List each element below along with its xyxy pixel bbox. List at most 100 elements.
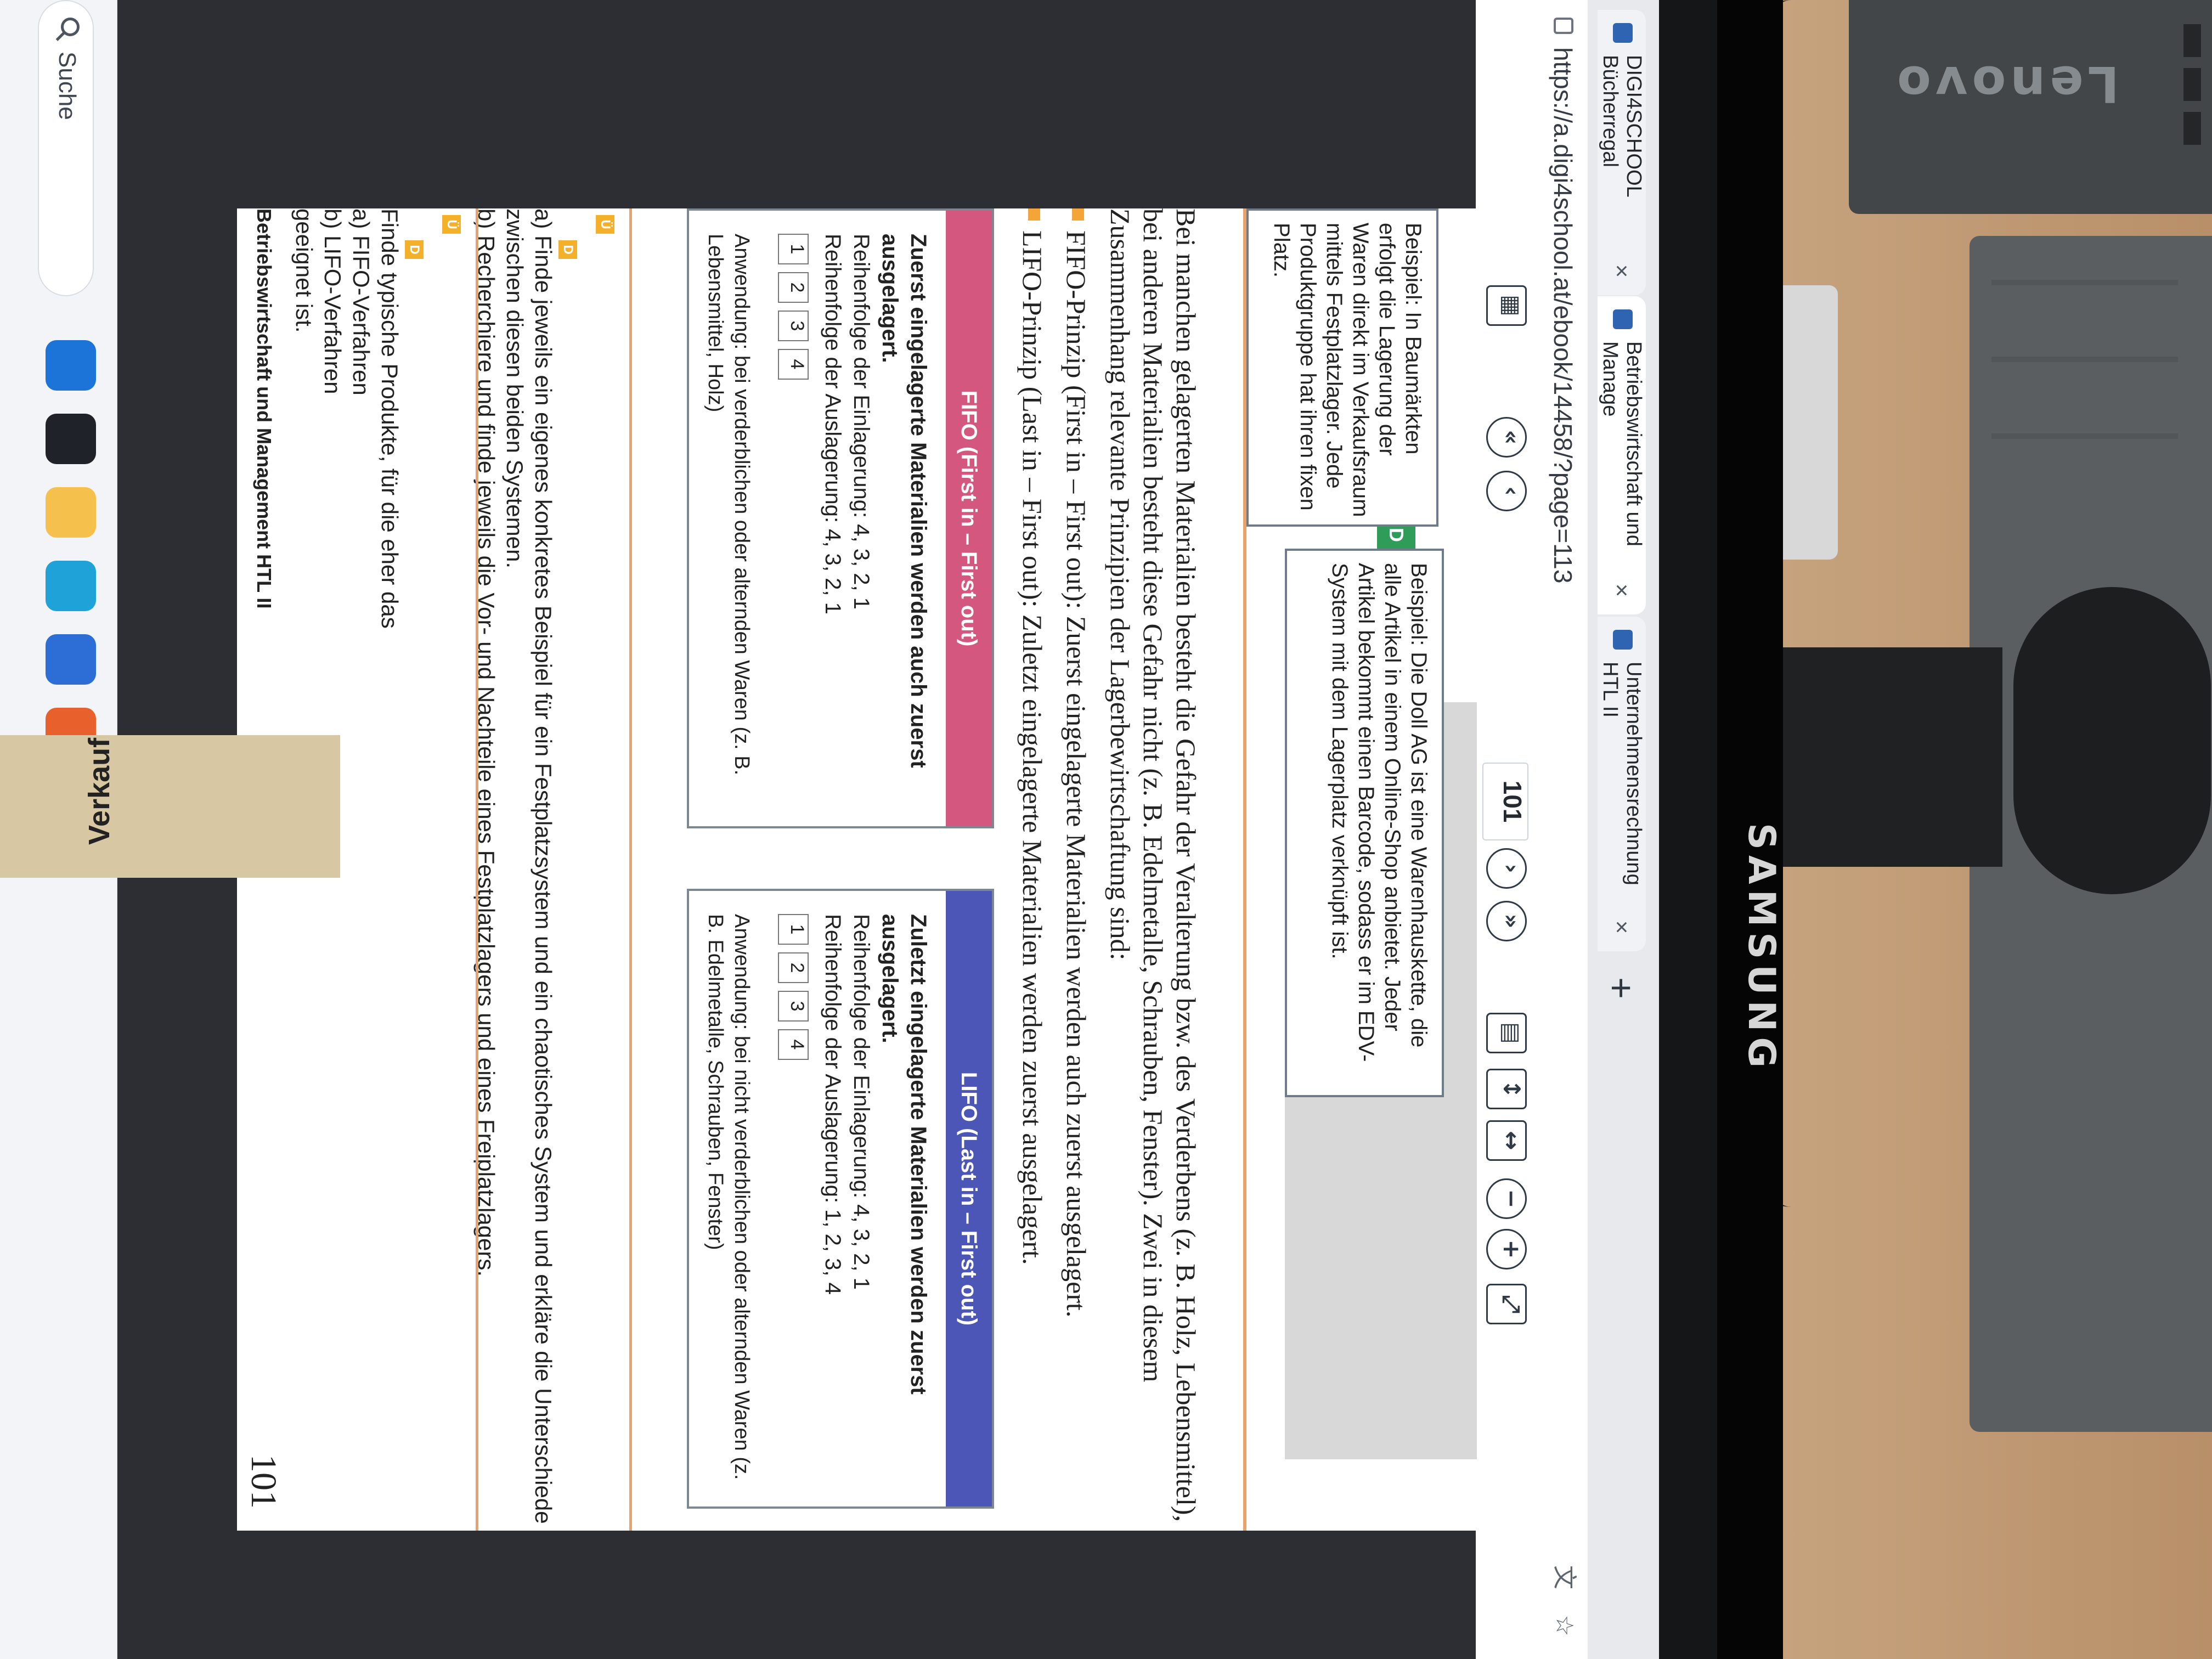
monitor-brand: SAMSUNG [1740, 823, 1783, 1074]
tab-bookshelf[interactable]: DIGI4SCHOOL Bücherregal × [1598, 10, 1646, 295]
fifo-card-body: Zuerst eingelagerte Materialien werden a… [778, 234, 933, 804]
tab-title: Betriebswirtschaft und Manage [1599, 341, 1645, 546]
search-icon [61, 18, 80, 36]
fifo-number: 3 [778, 311, 809, 341]
close-tab-icon[interactable]: × [1607, 576, 1636, 605]
orange-bullet-icon [1028, 208, 1040, 221]
sticky-note-text: Verkauf [83, 737, 116, 845]
taskbar-search[interactable]: Suche [38, 0, 94, 296]
task-view-icon[interactable] [46, 414, 96, 464]
exercise-question: Finde typische Produkte, für die eher da… [377, 208, 403, 629]
lifo-in-order: Reihenfolge der Einlagerung: 4, 3, 2, 1 [849, 914, 873, 1290]
address-actions: 文 ☆ [1547, 1560, 1581, 1643]
zoom-in-icon[interactable]: + [1486, 1229, 1527, 1269]
lifo-number: 2 [778, 952, 809, 983]
exercise-title-text: Ü 4.43 Lagersysteme [561, 215, 614, 303]
fit-width-icon[interactable]: ↕ [1486, 1069, 1527, 1109]
fifo-card-header: FIFO (First in – First out) [946, 211, 992, 826]
browser-window: DIGI4SCHOOL Bücherregal × Betriebswirtsc… [117, 0, 1659, 1659]
fit-height-icon[interactable]: ↔ [1486, 1120, 1527, 1161]
lifo-number: 4 [778, 1029, 809, 1060]
fullscreen-icon[interactable]: ⤢ [1486, 1284, 1527, 1324]
examples-section: C D D D D B A D [1243, 208, 1477, 1531]
lifo-number: 3 [778, 991, 809, 1022]
windows-start-icon[interactable] [46, 340, 96, 391]
taskbar-apps [46, 340, 96, 758]
example-fixed-text: Beispiel: In Baumärkten erfolgt die Lage… [1269, 223, 1425, 517]
close-tab-icon[interactable]: × [1607, 913, 1636, 941]
store-icon[interactable] [46, 634, 96, 685]
previous-page-icon[interactable]: ‹ [1486, 471, 1527, 511]
tab-title: Unternehmensrechnung HTL II [1599, 662, 1645, 885]
search-label: Suche [54, 52, 81, 120]
file-explorer-icon[interactable] [46, 487, 96, 538]
lifo-out-order: Reihenfolge der Auslagerung: 1, 2, 3, 4 [821, 914, 845, 1295]
lifo-card: LIFO (Last in – First out) Zuletzt einge… [687, 889, 994, 1509]
lifo-bullet: LIFO-Prinzip (Last in – First out): Zule… [1016, 208, 1049, 1531]
layout-icon[interactable]: ▤ [1486, 1013, 1527, 1053]
device-vent [2183, 24, 2201, 57]
reader-toolbar: ▦ « ‹ 101 › » ▤ ↕ ↔ − + ⤢ [1476, 0, 1537, 1659]
last-page-icon[interactable]: » [1486, 901, 1527, 941]
plate-line [1991, 357, 2178, 362]
lifo-rule: Zuletzt eingelagerte Materialien werden … [878, 914, 930, 1395]
exercise-divider [476, 208, 478, 1531]
page-number-input[interactable]: 101 [1482, 763, 1528, 840]
fifo-number: 4 [778, 349, 809, 380]
example-chaotic-storage: Beispiel: Die Doll AG ist eine Warenhaus… [1285, 549, 1444, 1097]
lifo-number: 1 [778, 914, 809, 945]
fifo-rule: Zuerst eingelagerte Materialien werden a… [878, 234, 930, 768]
plate-line [1991, 280, 2178, 285]
fifo-number: 1 [778, 234, 809, 264]
monitor-stand-base [2013, 587, 2211, 894]
tab-favicon [1613, 309, 1633, 329]
device-vent [2183, 112, 2201, 145]
fifo-bullet-text: FIFO-Prinzip (First in – First out): Zue… [1061, 230, 1092, 1318]
tab-unternehmensrechnung[interactable]: Unternehmensrechnung HTL II × [1598, 617, 1646, 951]
tab-title: DIGI4SCHOOL Bücherregal [1599, 55, 1645, 197]
lenovo-device: Lenovo [1849, 0, 2212, 214]
sidebar-icon[interactable]: ▦ [1486, 285, 1527, 326]
book-footer-title: Betriebswirtschaft und Management HTL II [253, 208, 275, 609]
fifo-in-order: Reihenfolge der Einlagerung: 4, 3, 2, 1 [849, 234, 873, 610]
plate-line [1991, 433, 2178, 439]
first-page-icon[interactable]: « [1486, 417, 1527, 458]
intro-paragraph: Bei manchen gelagerten Materialien beste… [1105, 208, 1201, 1522]
address-bar[interactable]: https://a.digi4school.at/ebook/14458/?pa… [1537, 0, 1588, 1659]
device-vent [2183, 68, 2201, 101]
tab-favicon [1613, 23, 1633, 43]
book-page-number: 101 [244, 1454, 284, 1509]
edge-icon[interactable] [46, 561, 96, 611]
zoom-out-icon[interactable]: − [1486, 1178, 1527, 1219]
fifo-lifo-intro: Bei manchen gelagerten Materialien beste… [1016, 208, 1203, 1531]
next-page-icon[interactable]: › [1486, 848, 1527, 889]
lock-icon [1554, 18, 1573, 34]
tab-bar: DIGI4SCHOOL Bücherregal × Betriebswirtsc… [1588, 0, 1659, 1659]
exercise-title-text: Ü 4.44 FIFO/LIFO [407, 215, 461, 279]
fifo-number: 2 [778, 272, 809, 303]
difficulty-badge: D [405, 240, 424, 259]
photo-scene: Lenovo SAMSUNG DIGI4SCHOOL Bücherregal × [0, 0, 2212, 1659]
new-tab-button[interactable]: + [1598, 966, 1643, 1011]
lenovo-logo: Lenovo [1893, 55, 2119, 112]
exercise-title: Ü 4.44 FIFO/LIFOD [404, 208, 461, 1531]
exercise-title: Ü 4.43 LagersystemeD [557, 208, 614, 1531]
book-page: C D D D D B A D [237, 208, 1477, 1531]
url-text[interactable]: https://a.digi4school.at/ebook/14458/?pa… [1548, 47, 1578, 583]
difficulty-badge: D [558, 240, 577, 259]
exercise-a: a) Finde jeweils ein eigenes konkretes B… [502, 208, 556, 1524]
lifo-bullet-text: LIFO-Prinzip (Last in – First out): Zule… [1017, 230, 1048, 1265]
translate-icon[interactable]: 文 [1547, 1560, 1581, 1594]
fifo-usage: Anwendung: bei verderblichen oder altern… [704, 234, 753, 776]
favorite-star-icon[interactable]: ☆ [1547, 1609, 1581, 1643]
example-chaotic-text: Beispiel: Die Doll AG ist eine Warenhaus… [1328, 563, 1431, 1062]
tab-favicon [1613, 630, 1633, 650]
close-tab-icon[interactable]: × [1607, 257, 1636, 285]
fifo-out-order: Reihenfolge der Auslagerung: 4, 3, 2, 1 [821, 234, 845, 614]
tab-betriebswirtschaft[interactable]: Betriebswirtschaft und Manage × [1598, 296, 1646, 614]
orange-bullet-icon [1072, 208, 1084, 221]
sticky-note: Verkauf [0, 735, 340, 878]
fifo-card: FIFO (First in – First out) Zuerst einge… [687, 208, 994, 828]
lifo-number-row: 1 2 3 4 [778, 914, 809, 1485]
lifo-usage: Anwendung: bei nicht verderblichen oder … [704, 914, 753, 1480]
